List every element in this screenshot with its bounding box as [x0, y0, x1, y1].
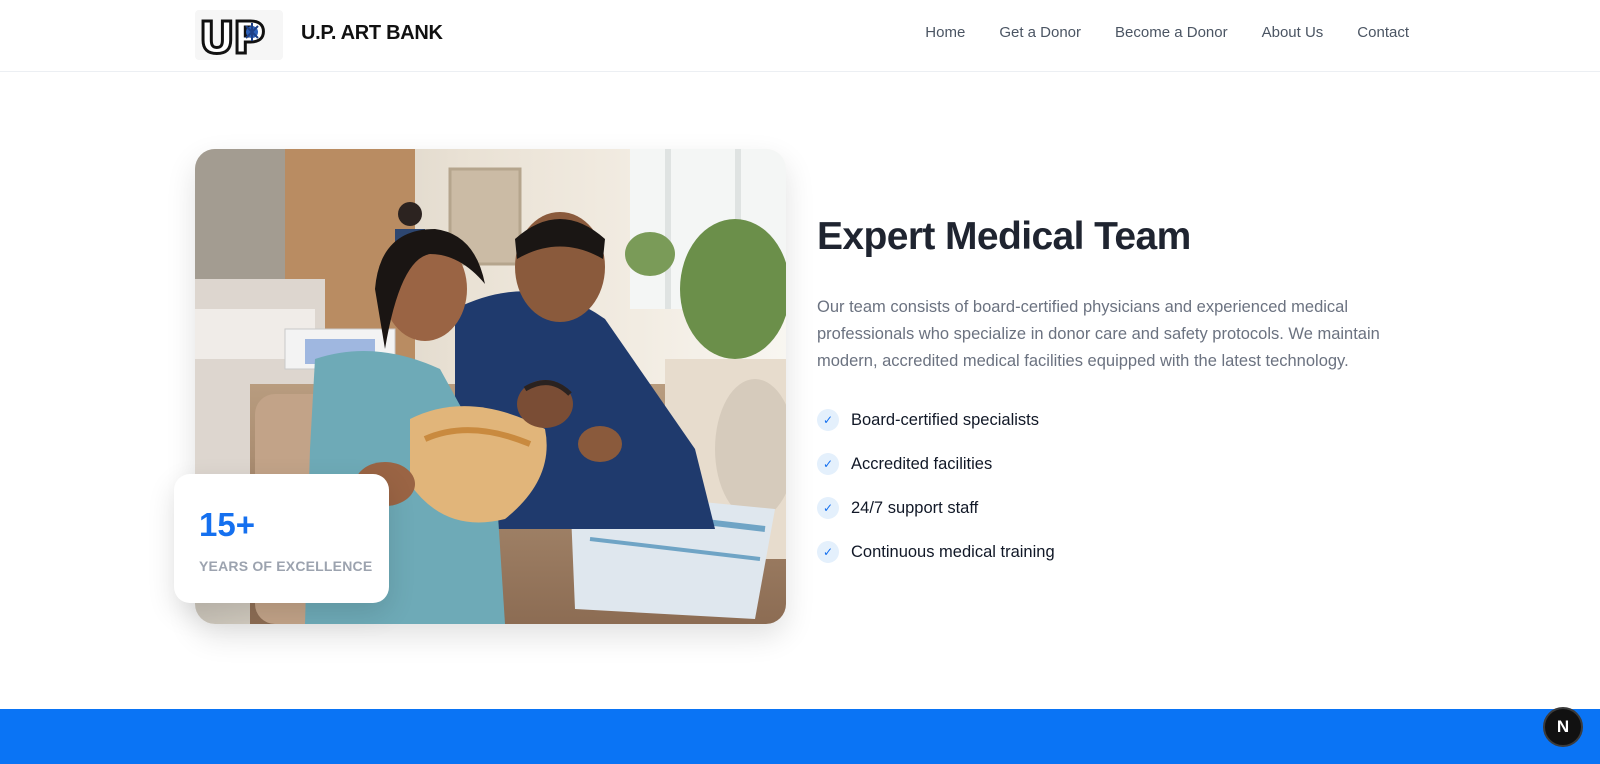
years-stat-value: 15+	[199, 506, 255, 543]
feature-item: ✓ 24/7 support staff	[817, 497, 1055, 519]
feature-list: ✓ Board-certified specialists ✓ Accredit…	[817, 409, 1055, 585]
feature-label: 24/7 support staff	[851, 498, 979, 517]
site-header: U P U.P. ART BANK Home Get a Donor Becom…	[0, 0, 1600, 72]
nextjs-dev-badge[interactable]: N	[1543, 707, 1583, 747]
check-icon: ✓	[817, 497, 839, 519]
nav-contact[interactable]: Contact	[1357, 24, 1409, 41]
feature-label: Accredited facilities	[851, 454, 993, 473]
brand-name[interactable]: U.P. ART BANK	[301, 22, 443, 45]
main-nav: Home Get a Donor Become a Donor About Us…	[891, 24, 1409, 41]
logo-icon: U P	[198, 12, 267, 61]
nav-home[interactable]: Home	[925, 24, 965, 41]
feature-item: ✓ Continuous medical training	[817, 541, 1055, 563]
check-icon: ✓	[817, 541, 839, 563]
feature-label: Board-certified specialists	[851, 410, 1039, 429]
check-icon: ✓	[817, 453, 839, 475]
years-stat-label: YEARS OF EXCELLENCE	[199, 558, 373, 574]
section-title: Expert Medical Team	[817, 215, 1191, 258]
nav-about-us[interactable]: About Us	[1262, 24, 1324, 41]
feature-item: ✓ Board-certified specialists	[817, 409, 1055, 431]
years-stat-card: 15+ YEARS OF EXCELLENCE	[174, 474, 389, 603]
nav-become-a-donor[interactable]: Become a Donor	[1115, 24, 1228, 41]
section-description: Our team consists of board-certified phy…	[817, 298, 1380, 370]
logo[interactable]: U P	[195, 10, 283, 60]
check-icon: ✓	[817, 409, 839, 431]
svg-text:U: U	[199, 13, 235, 60]
bottom-section-band	[0, 709, 1600, 764]
nav-get-a-donor[interactable]: Get a Donor	[999, 24, 1081, 41]
feature-label: Continuous medical training	[851, 542, 1055, 561]
feature-item: ✓ Accredited facilities	[817, 453, 1055, 475]
